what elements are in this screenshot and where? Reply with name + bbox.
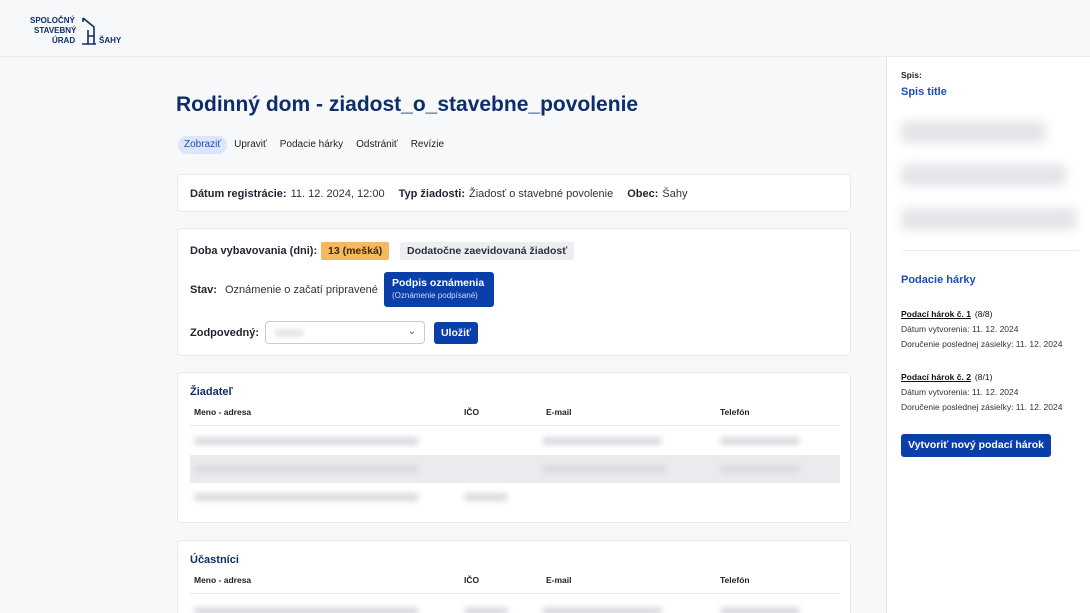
sheet-count-1: (8/8) bbox=[974, 309, 993, 319]
sidebar-divider bbox=[901, 250, 1079, 251]
duration-badge: 13 (mešká) bbox=[321, 242, 390, 260]
file-detail-redacted bbox=[901, 164, 1066, 186]
column-header-email: E-mail bbox=[546, 407, 572, 417]
tab-view[interactable]: Zobraziť bbox=[178, 136, 228, 154]
responsible-select[interactable]: ⌄ bbox=[265, 321, 425, 344]
column-header-phone: Telefón bbox=[720, 575, 750, 585]
logo-text-line4: ŠAHY bbox=[99, 36, 122, 45]
sheets-title: Podacie hárky bbox=[901, 274, 976, 286]
logo-text-line3: ÚRAD bbox=[52, 36, 76, 45]
column-header-name: Meno - adresa bbox=[194, 575, 252, 585]
page-title: Rodinný dom - ziadost_o_stavebne_povolen… bbox=[176, 93, 639, 116]
sheet-delivery-2: Doručenie poslednej zásielky: 11. 12. 20… bbox=[901, 402, 1063, 412]
chevron-down-icon: ⌄ bbox=[407, 326, 416, 337]
column-header-name: Meno - adresa bbox=[194, 407, 252, 417]
save-button[interactable]: Uložiť bbox=[434, 322, 478, 344]
table-row bbox=[190, 455, 840, 483]
table-row bbox=[190, 597, 840, 613]
file-detail-redacted bbox=[901, 121, 1046, 143]
late-registration-badge: Dodatočne zaevidovaná žiadosť bbox=[400, 242, 575, 260]
responsible-label: Zodpovedný: bbox=[190, 327, 260, 339]
create-sheet-button[interactable]: Vytvoriť nový podací hárok bbox=[901, 434, 1051, 457]
table-divider bbox=[190, 593, 840, 594]
sheet-created-2: Dátum vytvorenia: 11. 12. 2024 bbox=[901, 387, 1019, 397]
file-label: Spis: bbox=[901, 70, 922, 80]
type-label: Typ žiadosti: bbox=[398, 188, 466, 200]
sheet-link-1[interactable]: Podací hárok č. 1 (8/8) bbox=[901, 309, 992, 319]
state-label: Stav: bbox=[190, 284, 217, 296]
sheet-link-1-label: Podací hárok č. 1 bbox=[901, 309, 971, 319]
column-header-phone: Telefón bbox=[720, 407, 750, 417]
logo-house-icon bbox=[82, 17, 96, 45]
top-bar: SPOLOČNÝ STAVEBNÝ ÚRAD ŠAHY bbox=[0, 0, 1090, 57]
column-header-ico: IČO bbox=[464, 575, 480, 585]
participants-title: Účastníci bbox=[190, 554, 239, 566]
responsible-select-value bbox=[274, 329, 304, 337]
logo-text-line2: STAVEBNÝ bbox=[34, 26, 77, 35]
sheet-link-2[interactable]: Podací hárok č. 2 (8/1) bbox=[901, 372, 992, 382]
city-value: Šahy bbox=[662, 188, 688, 200]
registration-label: Dátum registrácie: bbox=[190, 188, 287, 200]
tab-edit[interactable]: Upraviť bbox=[228, 136, 273, 154]
state-value: Oznámenie o začatí pripravené bbox=[225, 284, 378, 296]
sheet-delivery-1: Doručenie poslednej zásielky: 11. 12. 20… bbox=[901, 339, 1063, 349]
sign-notice-label: Podpis oznámenia bbox=[392, 277, 485, 289]
table-divider bbox=[190, 425, 840, 426]
column-header-email: E-mail bbox=[546, 575, 572, 585]
info-card: Dátum registrácie: 11. 12. 2024, 12:00 T… bbox=[177, 174, 851, 212]
file-detail-redacted bbox=[901, 208, 1077, 230]
sign-notice-button[interactable]: Podpis oznámenia (Oznámenie podpísané) bbox=[384, 272, 494, 307]
city-label: Obec: bbox=[627, 188, 659, 200]
duration-label: Doba vybavovania (dni): bbox=[190, 245, 318, 257]
registration-value: 11. 12. 2024, 12:00 bbox=[290, 188, 385, 200]
sheet-link-2-label: Podací hárok č. 2 bbox=[901, 372, 971, 382]
applicant-title: Žiadateľ bbox=[190, 386, 233, 398]
sheet-created-1: Dátum vytvorenia: 11. 12. 2024 bbox=[901, 324, 1019, 334]
status-card: Doba vybavovania (dni): 13 (mešká) Dodat… bbox=[177, 228, 851, 356]
participants-card: Účastníci Meno - adresa IČO E-mail Telef… bbox=[177, 540, 851, 613]
tab-delete[interactable]: Odstrániť bbox=[350, 136, 404, 154]
table-row bbox=[190, 427, 840, 455]
sidebar: Spis: Spis title Podacie hárky Podací há… bbox=[886, 57, 1090, 613]
table-row bbox=[190, 483, 840, 511]
sheet-count-2: (8/1) bbox=[974, 372, 993, 382]
applicant-card: Žiadateľ Meno - adresa IČO E-mail Telefó… bbox=[177, 372, 851, 523]
column-header-ico: IČO bbox=[464, 407, 480, 417]
file-title: Spis title bbox=[901, 86, 947, 98]
tab-revisions[interactable]: Revízie bbox=[405, 136, 450, 154]
sign-notice-sublabel: (Oznámenie podpísané) bbox=[392, 291, 478, 300]
logo-text-line1: SPOLOČNÝ bbox=[30, 16, 75, 25]
tab-sheets[interactable]: Podacie hárky bbox=[274, 136, 349, 154]
tab-bar: Zobraziť Upraviť Podacie hárky Odstrániť… bbox=[178, 136, 451, 154]
type-value: Žiadosť o stavebné povolenie bbox=[469, 188, 614, 200]
logo[interactable]: SPOLOČNÝ STAVEBNÝ ÚRAD ŠAHY bbox=[30, 16, 130, 46]
